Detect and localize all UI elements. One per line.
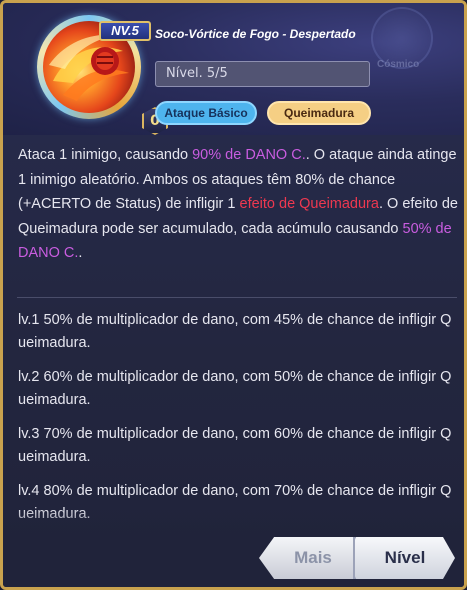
skill-icon-frame: NV.5 0 <box>37 15 168 135</box>
more-button[interactable]: Mais <box>259 537 367 579</box>
tag-burn: Queimadura <box>267 101 371 125</box>
skill-level-badge: NV.5 <box>99 21 151 41</box>
faction-emblem-label: Cósmico <box>377 59 420 70</box>
skill-name: Soco-Vórtice de Fogo - Despertado <box>155 27 356 41</box>
section-divider <box>17 297 457 298</box>
skill-level-field: Nível. 5/5 <box>155 61 370 87</box>
desc-text: Ataca 1 inimigo, causando <box>18 147 193 163</box>
level-entry: lv.3 70% de multiplicador de dano, com 6… <box>18 426 452 465</box>
desc-text: . <box>78 245 83 261</box>
level-button[interactable]: Nível <box>355 537 455 579</box>
level-entry: lv.1 50% de multiplicador de dano, com 4… <box>18 312 452 351</box>
skill-detail-panel: Cósmico NV.5 0 Soco-Vórtice de Fogo - De… <box>0 0 467 590</box>
desc-damage-highlight: 90% de DANO C. <box>192 147 306 163</box>
level-upgrade-list[interactable]: lv.1 50% de multiplicador de dano, com 4… <box>18 309 458 537</box>
tag-basic-attack: Ataque Básico <box>155 101 257 125</box>
level-entry: lv.2 60% de multiplicador de dano, com 5… <box>18 369 452 408</box>
desc-burn-effect-link[interactable]: efeito de Queimadura <box>240 196 379 212</box>
skill-description: Ataca 1 inimigo, causando 90% de DANO C.… <box>18 143 458 266</box>
